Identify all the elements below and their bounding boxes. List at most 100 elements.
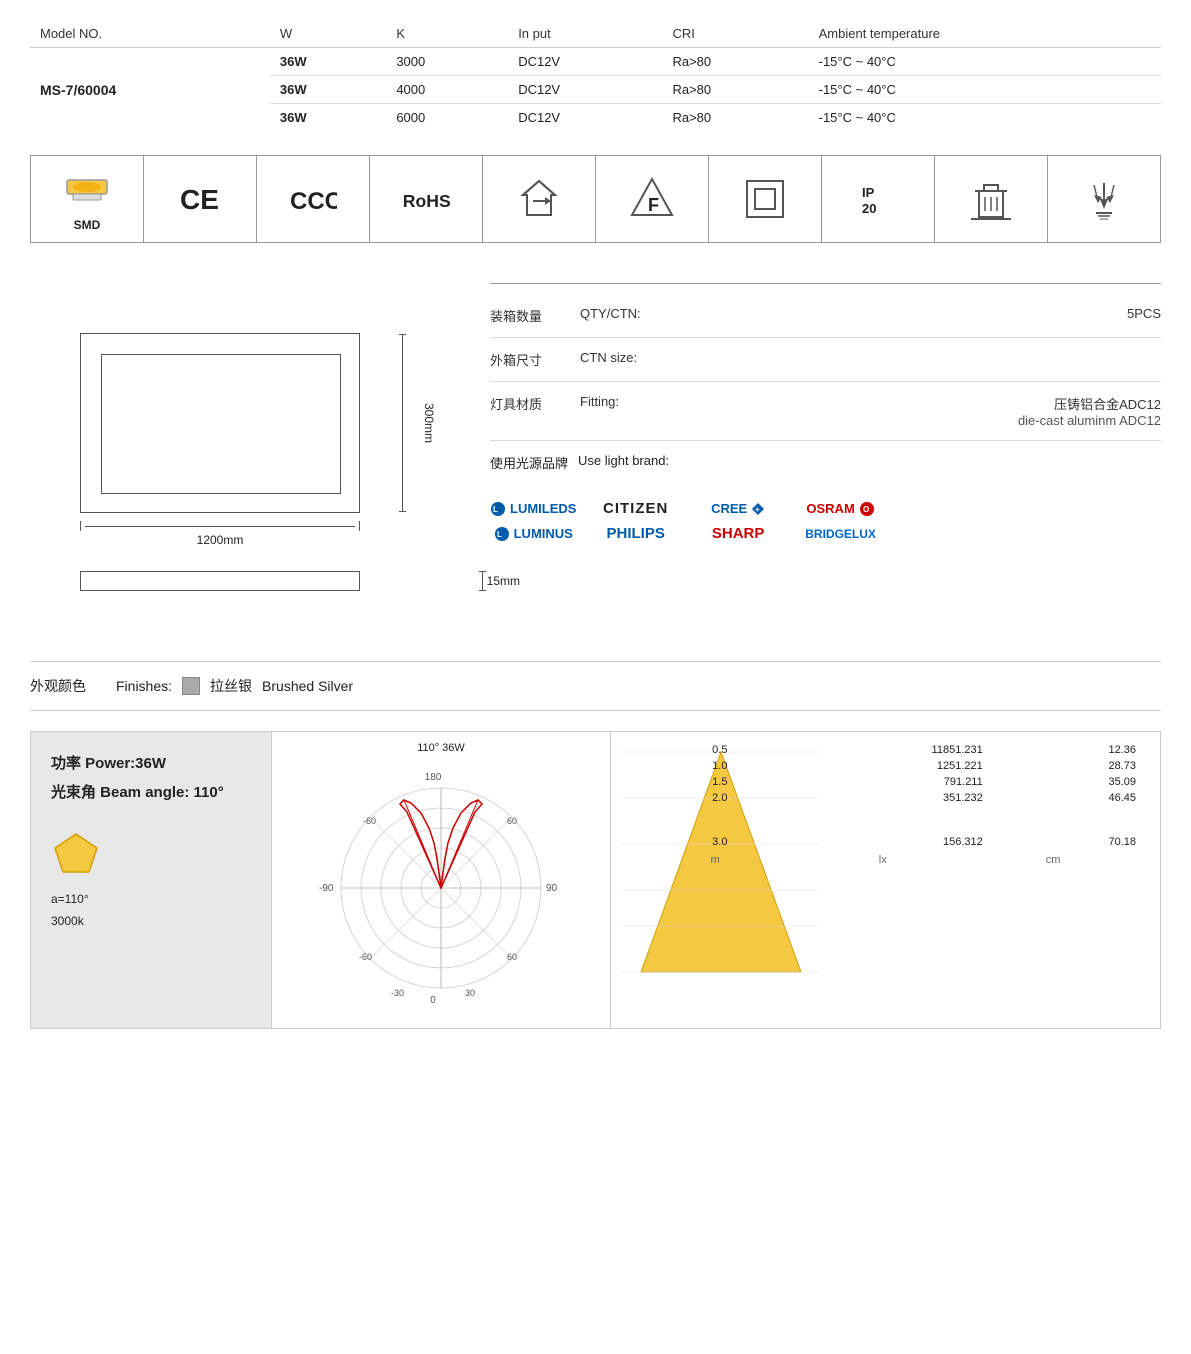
finish-label-en: Finishes: — [116, 678, 172, 694]
input-cell: DC12V — [508, 48, 662, 76]
ctn-label-zh: 外箱尺寸 — [490, 350, 570, 369]
symbols-row: SMD CE CCC RoHS F — [30, 155, 1161, 243]
osram-icon: O — [859, 501, 875, 517]
col-k: K — [386, 20, 508, 48]
temp-cell: -15°C ~ 40°C — [809, 76, 1161, 104]
svg-text:90: 90 — [546, 883, 558, 894]
k-cell: 6000 — [386, 104, 508, 132]
svg-text:L: L — [493, 505, 498, 514]
symbol-ce: CE — [144, 156, 257, 242]
brand-cree: CREE + — [695, 500, 781, 517]
brand-philips: PHILIPS — [592, 525, 678, 542]
symbol-flammability: F — [596, 156, 709, 242]
qty-label-en: QTY/CTN: — [580, 306, 670, 321]
svg-text:180: 180 — [425, 772, 442, 783]
symbol-rohs: RoHS — [370, 156, 483, 242]
ctn-label-en: CTN size: — [580, 350, 670, 365]
fragile-icon — [1080, 175, 1128, 223]
luminus-icon: L — [494, 526, 510, 542]
finish-swatch — [182, 677, 200, 695]
lumileds-icon: L — [490, 501, 506, 517]
symbol-recycle — [483, 156, 596, 242]
svg-text:20: 20 — [862, 201, 876, 216]
finish-label-zh: 外观颜色 — [30, 676, 86, 696]
fitting-value: 压铸铝合金ADC12 die-cast aluminm ADC12 — [680, 394, 1161, 428]
w-cell: 36W — [270, 104, 386, 132]
rohs-icon: RoHS — [402, 175, 450, 223]
recycle-icon — [515, 175, 563, 223]
cree-icon: + — [751, 502, 765, 516]
symbol-smd: SMD — [31, 156, 144, 242]
svg-text:60: 60 — [507, 952, 517, 962]
input-cell: DC12V — [508, 76, 662, 104]
brand-label-en: Use light brand: — [578, 453, 669, 472]
svg-text:-60: -60 — [363, 816, 376, 826]
product-outer-rect: 300mm — [80, 333, 360, 513]
brand-sharp: SHARP — [695, 525, 781, 542]
fitting-label-zh: 灯具材质 — [490, 394, 570, 413]
svg-text:-90: -90 — [319, 883, 334, 894]
model-cell: MS-7/60004 — [30, 48, 270, 132]
symbol-ip20: IP 20 — [822, 156, 935, 242]
fitting-label-en: Fitting: — [580, 394, 670, 409]
col-m-label: m — [711, 854, 720, 866]
product-inner-rect — [101, 354, 341, 494]
cri-cell: Ra>80 — [662, 48, 808, 76]
col-cm-label: cm — [1046, 854, 1061, 866]
cri-cell: Ra>80 — [662, 104, 808, 132]
col-temp: Ambient temperature — [809, 20, 1161, 48]
input-cell: DC12V — [508, 104, 662, 132]
brand-label-zh: 使用光源品牌 — [490, 453, 568, 472]
weee-icon — [967, 175, 1015, 223]
finish-section: 外观颜色 Finishes: 拉丝银 Brushed Silver — [30, 661, 1161, 711]
svg-text:-30: -30 — [391, 988, 404, 998]
qty-label-zh: 装箱数量 — [490, 306, 570, 325]
power-label: 功率 Power:36W — [51, 752, 251, 773]
ip20-icon: IP 20 — [854, 175, 902, 223]
k-cell: 4000 — [386, 76, 508, 104]
w-cell: 36W — [270, 76, 386, 104]
qty-row: 装箱数量 QTY/CTN: 5PCS — [490, 294, 1161, 338]
led-shape-icon — [51, 830, 101, 880]
finish-name-zh: 拉丝银 — [210, 676, 252, 696]
spec-table: Model NO. W K In put CRI Ambient tempera… — [30, 20, 1161, 131]
flammability-icon: F — [628, 175, 676, 223]
ctn-row: 外箱尺寸 CTN size: — [490, 338, 1161, 382]
symbol-ccc: CCC — [257, 156, 370, 242]
qty-value: 5PCS — [680, 306, 1161, 321]
ce-icon: CE — [176, 175, 224, 223]
col-model: Model NO. — [30, 20, 270, 48]
polar-chart-box: 110° 36W 180 90 0 -90 60 60 30 -60 -60 -… — [271, 732, 611, 1028]
polar-title: 110° 36W — [417, 742, 465, 754]
product-diagram: 300mm 1200mm 15mm — [30, 283, 470, 631]
polar-chart-svg: 180 90 0 -90 60 60 30 -60 -60 -30 — [291, 758, 591, 1018]
brand-luminus: L LUMINUS — [490, 525, 576, 542]
svg-text:IP: IP — [862, 185, 875, 200]
brand-row: 使用光源品牌 Use light brand: L LUMILEDS CITIZ… — [490, 441, 1161, 564]
power-chart-section: 功率 Power:36W 光束角 Beam angle: 110° a=110°… — [30, 731, 1161, 1029]
svg-text:+: + — [755, 505, 760, 514]
symbol-weee — [935, 156, 1048, 242]
col-input: In put — [508, 20, 662, 48]
w-cell: 36W — [270, 48, 386, 76]
smd-icon — [63, 166, 111, 214]
svg-text:L: L — [497, 530, 502, 539]
svg-text:60: 60 — [507, 816, 517, 826]
col-w: W — [270, 20, 386, 48]
temp-cell: -15°C ~ 40°C — [809, 104, 1161, 132]
svg-text:30: 30 — [465, 988, 475, 998]
info-panel: 装箱数量 QTY/CTN: 5PCS 外箱尺寸 CTN size: 灯具材质 F… — [490, 283, 1161, 564]
brand-osram: OSRAM O — [797, 500, 883, 517]
angle-label: a=110° — [51, 892, 251, 906]
smd-label: SMD — [74, 218, 101, 232]
table-row: MS-7/60004 36W 3000 DC12V Ra>80 -15°C ~ … — [30, 48, 1161, 76]
cri-cell: Ra>80 — [662, 76, 808, 104]
brand-bridgelux: BRIDGELUX — [797, 525, 883, 542]
svg-text:-60: -60 — [359, 952, 372, 962]
svg-text:CCC: CCC — [290, 188, 337, 215]
symbol-fragile — [1048, 156, 1160, 242]
photometry-box: 0.5 11851.231 12.36 1.0 1251.221 28.73 1… — [611, 732, 1160, 1028]
temp-cell: -15°C ~ 40°C — [809, 48, 1161, 76]
finish-name-en: Brushed Silver — [262, 678, 353, 694]
svg-text:O: O — [863, 505, 869, 514]
